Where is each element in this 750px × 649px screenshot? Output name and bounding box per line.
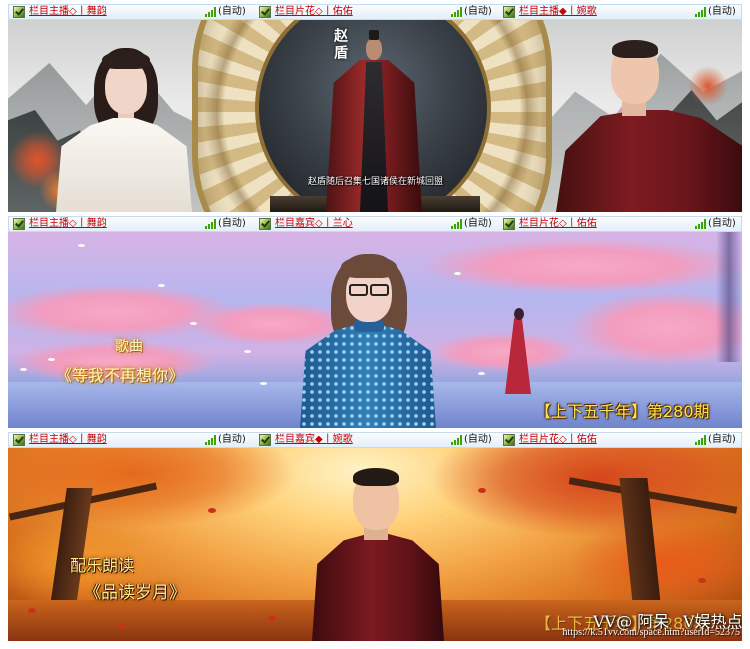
auto-mode-toggle[interactable]: (自动) <box>708 218 736 230</box>
hanging-vine <box>716 232 742 362</box>
mic-bar-1: 栏目主播◇丨舞韵 (自动) 栏目片花◇丨佑佑 (自动) 栏目主播◆丨婉歌 (自动… <box>8 4 742 20</box>
video-frame-3[interactable]: 配乐朗读 《品读岁月》 【上下五千年】第280期 VV@ 阿呆 V娱热点 htt… <box>8 448 742 641</box>
mic-slot: 栏目主播◇丨舞韵 (自动) <box>11 433 255 447</box>
mic-slot: 栏目主播◇丨舞韵 (自动) <box>11 217 255 231</box>
bird <box>78 244 85 247</box>
falling-leaf <box>698 578 706 583</box>
falling-leaf <box>478 488 486 493</box>
reading-title: 《品读岁月》 <box>84 583 186 603</box>
host-red-shirt <box>312 534 444 641</box>
fallen-leaf <box>28 608 36 613</box>
bird <box>48 358 55 361</box>
fallen-leaf <box>268 616 276 621</box>
mic-slot: 栏目片花◇丨佑佑 (自动) <box>501 433 741 447</box>
vv-logo-icon <box>13 218 25 230</box>
mic-slot: 栏目主播◇丨舞韵 (自动) <box>11 5 255 19</box>
vv-logo-icon <box>259 6 271 18</box>
host-bangs <box>102 51 150 69</box>
slot-user-link[interactable]: 栏目主播◆丨婉歌 <box>519 6 597 18</box>
mic-slot: 栏目嘉宾◆丨婉歌 (自动) <box>257 433 501 447</box>
mic-bar-3: 栏目主播◇丨舞韵 (自动) 栏目嘉宾◆丨婉歌 (自动) 栏目片花◇丨佑佑 (自动… <box>8 432 742 448</box>
auto-mode-toggle[interactable]: (自动) <box>464 434 492 446</box>
signal-strength-icon <box>205 435 216 445</box>
vv-logo-icon <box>259 434 271 446</box>
auto-mode-toggle[interactable]: (自动) <box>218 6 246 18</box>
guest-hair <box>612 40 658 58</box>
slot-user-link[interactable]: 栏目片花◇丨佑佑 <box>275 6 353 18</box>
pink-cloud <box>418 238 742 294</box>
auto-mode-toggle[interactable]: (自动) <box>708 434 736 446</box>
auto-mode-toggle[interactable]: (自动) <box>708 6 736 18</box>
slot-user-link[interactable]: 栏目主播◇丨舞韵 <box>29 6 107 18</box>
bird <box>478 372 485 375</box>
signal-strength-icon <box>695 7 706 17</box>
song-title: 《等我不再想你》 <box>56 366 185 385</box>
glasses-right-lens <box>370 284 389 296</box>
signal-strength-icon <box>695 219 706 229</box>
slot-user-link[interactable]: 栏目嘉宾◇丨兰心 <box>275 218 353 230</box>
vv-logo-icon <box>259 218 271 230</box>
pink-cloud <box>428 332 578 372</box>
video-frame-1[interactable]: 赵盾 赵盾随后召集七国诸侯在新城回盟 <box>8 20 742 212</box>
reading-kicker: 配乐朗读 <box>70 556 135 575</box>
glasses-left-lens <box>349 284 368 296</box>
auto-mode-toggle[interactable]: (自动) <box>218 434 246 446</box>
auto-mode-toggle[interactable]: (自动) <box>218 218 246 230</box>
bird <box>158 284 165 287</box>
warrior-head <box>366 38 382 60</box>
slot-user-link[interactable]: 栏目片花◇丨佑佑 <box>519 434 597 446</box>
bird <box>244 350 251 353</box>
red-blossom <box>688 66 728 106</box>
vv-logo-icon <box>503 218 515 230</box>
mic-slot: 栏目片花◇丨佑佑 (自动) <box>501 217 741 231</box>
signal-strength-icon <box>451 7 462 17</box>
signal-strength-icon <box>205 219 216 229</box>
signal-strength-icon <box>205 7 216 17</box>
mic-slot: 栏目主播◆丨婉歌 (自动) <box>501 5 741 19</box>
watermark-url: https://k.51vv.com/space.htm?userId=5237… <box>562 627 740 638</box>
guest-bangs <box>341 256 397 278</box>
slot-user-link[interactable]: 栏目嘉宾◆丨婉歌 <box>275 434 353 446</box>
bird <box>454 272 461 275</box>
song-kicker: 歌曲 <box>115 339 143 355</box>
mic-slot: 栏目嘉宾◇丨兰心 (自动) <box>257 217 501 231</box>
fallen-leaf <box>118 624 126 629</box>
slot-user-link[interactable]: 栏目主播◇丨舞韵 <box>29 434 107 446</box>
mic-bar-2: 栏目主播◇丨舞韵 (自动) 栏目嘉宾◇丨兰心 (自动) 栏目片花◇丨佑佑 (自动… <box>8 216 742 232</box>
vv-logo-icon <box>503 434 515 446</box>
signal-strength-icon <box>451 435 462 445</box>
vv-logo-icon <box>13 6 25 18</box>
episode-label: 【上下五千年】第280期 <box>535 402 710 421</box>
bird <box>190 322 197 325</box>
vv-logo-icon <box>503 6 515 18</box>
girl-silhouette-head <box>514 308 524 320</box>
auto-mode-toggle[interactable]: (自动) <box>464 218 492 230</box>
signal-strength-icon <box>695 435 706 445</box>
video-frame-2[interactable]: 歌曲 《等我不再想你》 【上下五千年】第280期 <box>8 232 742 428</box>
mic-slot: 栏目片花◇丨佑佑 (自动) <box>257 5 501 19</box>
bird <box>20 368 27 371</box>
slot-user-link[interactable]: 栏目片花◇丨佑佑 <box>519 218 597 230</box>
host-hair <box>353 468 399 486</box>
vv-logo-icon <box>13 434 25 446</box>
slot-user-link[interactable]: 栏目主播◇丨舞韵 <box>29 218 107 230</box>
signal-strength-icon <box>451 219 462 229</box>
character-name-caption: 赵盾 <box>332 28 348 62</box>
bird <box>260 382 267 385</box>
auto-mode-toggle[interactable]: (自动) <box>464 6 492 18</box>
falling-leaf <box>208 508 216 513</box>
warrior-crown <box>369 30 379 40</box>
drama-subtitle: 赵盾随后召集七国诸侯在新城回盟 <box>308 177 444 187</box>
